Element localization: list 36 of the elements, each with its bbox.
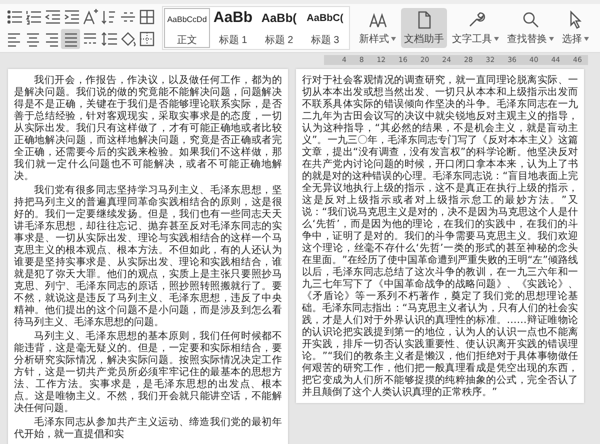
style-preview: AaBb( — [261, 11, 297, 25]
grid-button[interactable] — [137, 7, 156, 27]
caret-icon — [549, 37, 554, 41]
bullets-icon — [4, 8, 22, 26]
style-preview: AaBb — [213, 9, 253, 26]
paragraph: 行对于社会客观情况的调查研究，就一直同理论脱离实际、一切从本本出发或想当然出发、一切只从本本和上级指示出发而不联系具体实际的错误倾向作坚决的斗争。毛泽东同志在一九二九年为古田会议写的决议中就尖锐地反对主观主义的指导，认为这种指导，“其必然的结果，不是机会主义，就是盲动主义”。一九三〇年，毛泽东同志专门写了《反对本本主义》这篇文章，提出“没有调查，没有发言权”的科学论断。他坚决反对在共产党内讨论问题的时候，开口闭口拿本本来，认为上了书的就是对的这种错误的心理。毛泽东同志说：“盲目地表面上完全无异议地执行上级的指示，这不是真正在执行上级的指示，这是反对上级指示或者对上级指示怠工的最妙方法。”又说：“我们说马克思主义是对的，决不是因为马克思这个人是什么‘先哲’，而是因为他的理论，在我们的实践中，在我们的斗争中，证明了是对的。我们的斗争需要马克思主义。我们欢迎这个理论，丝毫不存什么‘先哲’一类的形式的甚至神秘的念头在里面。”在经历了使中国革命遭到严重失败的王明“左”倾路线以后，毛泽东同志总结了这次斗争的教训，在一九三六年和一九三七年写下了《中国革命战争的战略问题》、《实践论》、《矛盾论》等一系列不朽著作，奠定了我们党的思想理论基础。毛泽东同志指出：“马克思主义者认为，只有人们的社会实践，才是人们对于外界认识的真理性的标准。……辩证唯物论的认识论把实践提到第一的地位，认为人的认识一点也不能离开实践，排斥一切否认实践重要性、使认识离开实践的错误理论。”“我们的教条主义者是懒汉，他们拒绝对于具体事物做任何艰苦的研究工作，他们把一般真理看成是凭空出现的东西，把它变成为人们所不能够捉摸的纯粹抽象的公式，完全否认了并且颠倒了这个人类认识真理的正常秩序。” — [302, 75, 578, 399]
paragraph: 我们开会，作报告，作决议，以及做任何工作，都为的是解决问题。我们说的做的究竟能不能解决问题，问题解决得是不是正确，关键在于我们是否能够理论联系实际，是否善于总结经验，针对客观现实，采取实事求是的态度，一切从实际出发。我们只有这样做了，才有可能正确地或者比较正确地解决问题，而这样地解决问题，究竟是否正确或者完全正确，还需要今后的实践来检验。如果我们不这样做，那我们就一定什么问题也不可能解决，或者不可能正确地解决。 — [14, 75, 282, 183]
outdent-icon — [42, 8, 60, 26]
new-style-button[interactable]: 新样式 — [356, 8, 399, 48]
border-button[interactable] — [137, 29, 156, 49]
style-label: 正文 — [177, 34, 197, 47]
find-button[interactable]: 查找替换 — [504, 8, 557, 48]
search-icon — [520, 10, 540, 30]
fontsize-icon — [80, 8, 98, 26]
text-tools-button[interactable]: 文字工具 — [449, 8, 502, 48]
caret-icon — [494, 37, 499, 41]
select-button[interactable]: 选择 — [559, 8, 592, 48]
grid-icon — [138, 8, 156, 26]
sort-icon — [100, 8, 118, 26]
style-label: 标题 1 — [218, 34, 248, 47]
style-preview: AaBbCcDd — [167, 15, 207, 24]
border-icon — [138, 30, 156, 48]
caret-icon — [584, 37, 589, 41]
assistant-button[interactable]: 文档助手 — [401, 8, 447, 48]
style-preset[interactable]: AaBbCcDd 正文 — [164, 8, 210, 48]
style-preview: AaBbC( — [306, 13, 344, 24]
justify-button[interactable] — [61, 29, 80, 49]
paragraph: 毛泽东同志从参加共产主义运动、缔造我们党的最初年代开始，就一直提倡和实 — [14, 417, 282, 441]
style-label: 标题 2 — [264, 34, 294, 47]
style-label: 标题 3 — [310, 34, 340, 47]
paragraph: 我们党有很多同志坚持学习马列主义、毛泽东思想，坚持把马列主义的普遍真理同革命实践相结合的原则，这是很好的。我们一定要继续发扬。但是，我们也有一些同志天天讲毛泽东思想，却往往忘记、抛弃甚至反对毛泽东同志的实事求是、一切从实际出发、理论与实践相结合的这样一个马克思主义的根本观点、根本方法。不但如此，有的人还认为谁要是坚持实事求是、从实际出发、理论和实践相结合，谁就是犯了弥天大罪。他们的观点，实质上是主张只要照抄马克思、列宁、毛泽东同志的原话，照抄照转照搬就行了。要不然，就说这是违反了马列主义、毛泽东思想，违反了中央精神。他们提出的这个问题不是小问题，而是涉及到怎么看待马列主义、毛泽东思想的问题。 — [14, 185, 282, 329]
fill-icon — [118, 30, 136, 48]
linespacing-icon — [100, 30, 118, 48]
paragraph: 马列主义、毛泽东思想的基本原则，我们任何时候都不能违背，这是毫无疑义的。但是，一定要和实际相结合，要分析研究实际情况，解决实际问题。按照实际情况决定工作方针，这是一切共产党员所必须牢牢记住的最基本的思想方法、工作方法。实事求是，是毛泽东思想的出发点、根本点。这是唯物主义。不然，我们开会就只能讲空话，不能解决任何问题。 — [14, 331, 282, 415]
caret-icon — [391, 37, 396, 41]
numbering-icon — [24, 8, 42, 26]
